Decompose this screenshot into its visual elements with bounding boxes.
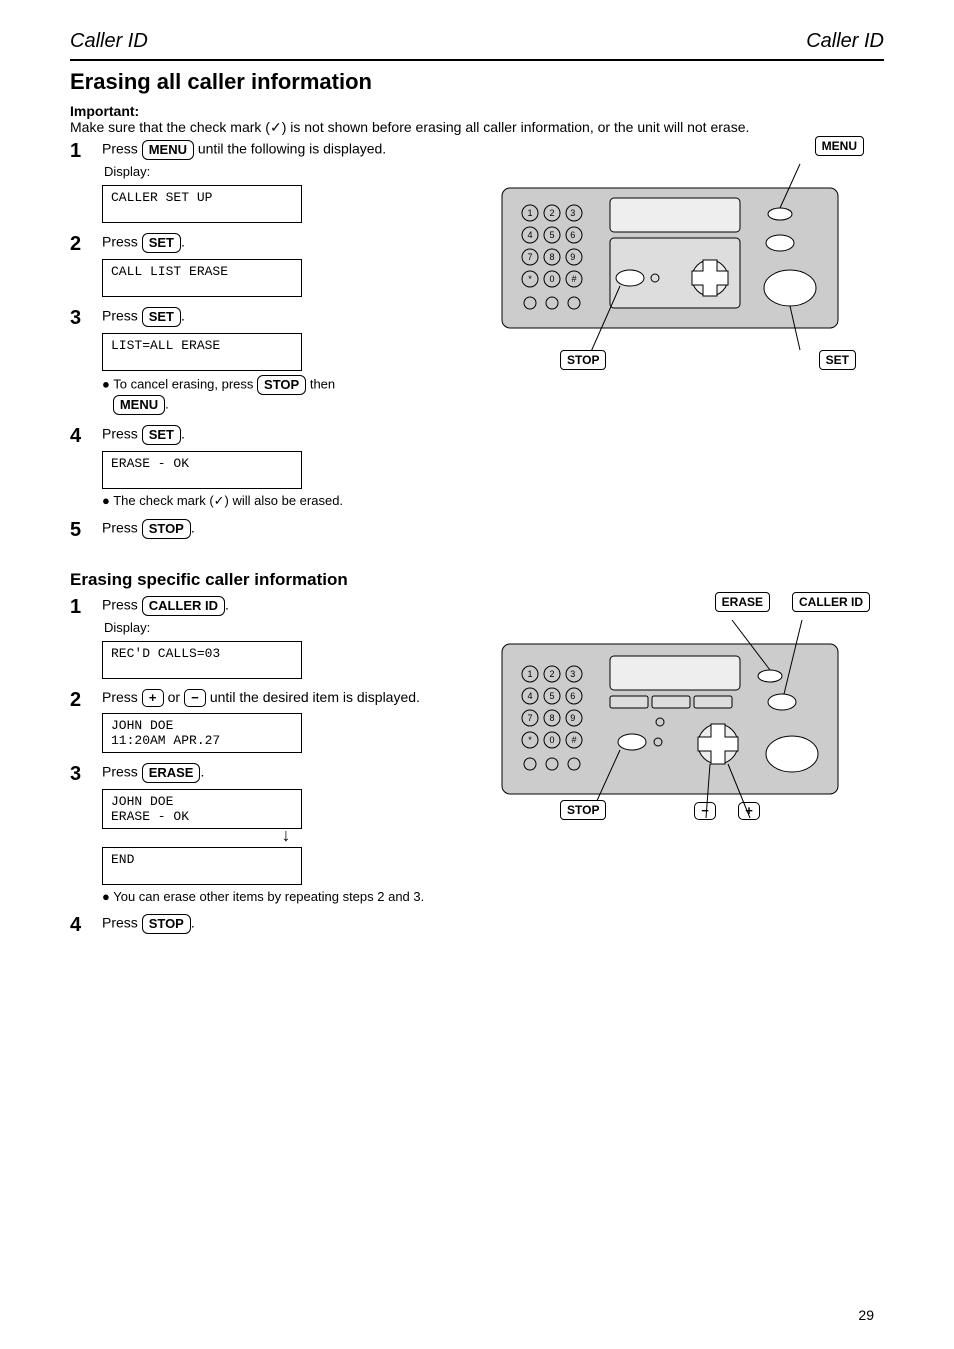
s2s4-prefix: Press [102,915,142,931]
display: CALL LIST ERASE [102,259,302,297]
set-key: SET [142,425,181,445]
display-caption: Display: [104,620,470,635]
panel-label-set: SET [819,350,856,370]
header-left: Caller ID [70,30,148,53]
stop-key: STOP [257,375,306,395]
s2s3-after: . [200,764,204,780]
preamble-label: Important: [70,103,139,119]
erase-key: ERASE [142,763,201,783]
step4-bullet: ● The check mark (✓) will also be erased… [102,493,470,509]
display-line2: 11:20AM APR.27 [111,733,220,748]
display-line1: JOHN DOE [111,718,173,733]
display: JOHN DOE 11:20AM APR.27 [102,713,302,753]
step1-prefix: Press [102,141,142,157]
step4-bullet-text: The check mark (✓) will also be erased. [113,493,343,508]
display: JOHN DOE ERASE - OK [102,789,302,829]
step-number: 4 [70,914,94,937]
step-4b: 4 Press STOP. [70,914,470,937]
step3-bullet: ● To cancel erasing, press STOP then MEN… [102,375,470,415]
step3-bullet-a-after: then [310,376,335,391]
step-2b: 2 Press + or − until the desired item is… [70,689,470,753]
step-number: 1 [70,140,94,163]
s2s2-mid: or [168,689,184,705]
stop-key: STOP [142,519,191,539]
callerid-key: CALLER ID [142,596,225,616]
display3-l2: ERASE - OK [111,809,189,824]
preamble-text: Make sure that the check mark (✓) is not… [70,119,749,135]
display: CALLER SET UP [102,185,302,223]
step-5: 5 Press STOP. [70,519,470,542]
s2s3-bullet: ● You can erase other items by repeating… [102,889,470,904]
plus-key: + [142,689,164,707]
panel-label-callerid: CALLER ID [792,592,870,612]
section1-steps: 1 Press MENU until the following is disp… [70,140,470,552]
step-1b: 1 Press CALLER ID. Display: REC'D CALLS=… [70,596,470,679]
s2s1-after: . [225,597,229,613]
set-key: SET [142,233,181,253]
minus-key: − [184,689,206,707]
header-right: Caller ID [806,30,884,53]
s2s4-after: . [191,915,195,931]
s2s2-after: until the desired item is displayed. [210,689,420,705]
step-number: 1 [70,596,94,619]
step1-mid: until the following is displayed. [198,141,386,157]
step-number: 2 [70,233,94,256]
section1-title: Erasing all caller information [70,69,884,95]
step-1: 1 Press MENU until the following is disp… [70,140,470,223]
step3-bullet-a: To cancel erasing, press [113,376,257,391]
panel-plus-key: + [738,802,760,820]
step-3: 3 Press SET. LIST=ALL ERASE ● To cancel … [70,307,470,415]
s2s3-prefix: Press [102,764,142,780]
step3-prefix: Press [102,308,142,324]
step-number: 5 [70,519,94,542]
step-number: 2 [70,689,94,712]
preamble-line: Important: Make sure that the check mark… [70,103,884,136]
set-key: SET [142,307,181,327]
display: LIST=ALL ERASE [102,333,302,371]
section2-steps: 1 Press CALLER ID. Display: REC'D CALLS=… [70,596,470,947]
display3-l1: JOHN DOE [111,794,173,809]
device-panel-2: 123 456 789 *0# [500,614,840,814]
step-3b: 3 Press ERASE. JOHN DOE ERASE - OK ↓ END… [70,763,470,904]
step-4: 4 Press SET. ERASE - OK ● The check mark… [70,425,470,509]
page-number: 29 [858,1307,874,1323]
panel-minus-key: − [694,802,716,820]
step4-prefix: Press [102,426,142,442]
panel-label-stop: STOP [560,350,606,370]
display: ERASE - OK [102,451,302,489]
display-caption: Display: [104,164,470,179]
section2-title: Erasing specific caller information [70,570,884,590]
step5-prefix: Press [102,520,142,536]
panel-label-erase: ERASE [715,592,770,612]
step2-prefix: Press [102,234,142,250]
display: END [102,847,302,885]
step3-bullet-b-after: . [165,396,169,411]
step-2: 2 Press SET. CALL LIST ERASE [70,233,470,297]
step-number: 3 [70,763,94,786]
device-panel-1: 123 456 789 *0# [500,158,840,358]
s2s3-bullet-text: You can erase other items by repeating s… [113,889,424,904]
s2s1-prefix: Press [102,597,142,613]
step3-after: . [181,308,185,324]
stop-key: STOP [142,914,191,934]
step-number: 3 [70,307,94,330]
display: REC'D CALLS=03 [102,641,302,679]
step5-after: . [191,520,195,536]
down-arrow-icon: ↓ [102,829,470,841]
step-number: 4 [70,425,94,448]
menu-key: MENU [113,395,165,415]
panel-label-stop: STOP [560,800,606,820]
step4-after: . [181,426,185,442]
s2s2-prefix: Press [102,689,142,705]
menu-key: MENU [142,140,194,160]
panel-label-menu: MENU [815,136,864,156]
step2-after: . [181,234,185,250]
page-header: Caller ID Caller ID [70,30,884,61]
